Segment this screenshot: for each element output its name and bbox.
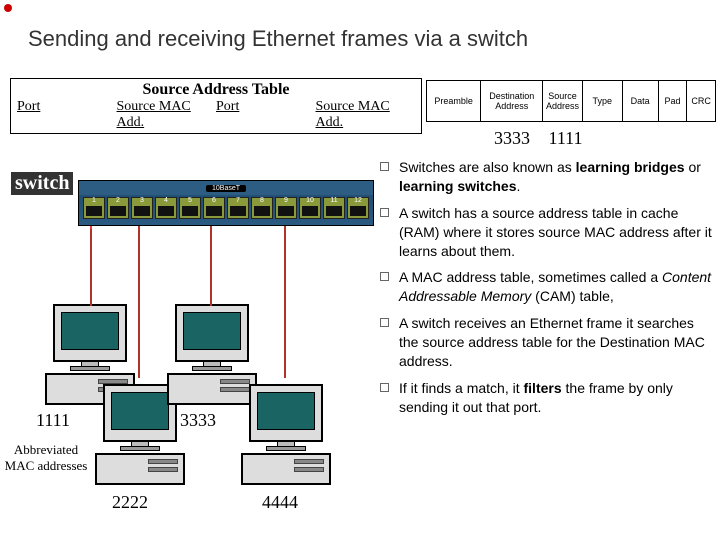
frame-crc: CRC bbox=[687, 81, 715, 121]
bullet-icon bbox=[380, 208, 389, 217]
sa-table-title: Source Address Table bbox=[17, 81, 415, 99]
port-number: 12 bbox=[348, 197, 368, 204]
port-jack-icon bbox=[206, 206, 222, 216]
sa-table-header: Port Source MAC Add. Port Source MAC Add… bbox=[17, 99, 415, 131]
port-jack-icon bbox=[86, 206, 102, 216]
port-jack-icon bbox=[326, 206, 342, 216]
cable-9 bbox=[284, 226, 286, 378]
switch-label: switch bbox=[11, 172, 73, 195]
port-jack-icon bbox=[134, 206, 150, 216]
port-11: 11 bbox=[323, 197, 345, 219]
port-number: 6 bbox=[204, 197, 224, 204]
abbreviated-label: Abbreviated MAC addresses bbox=[4, 442, 88, 474]
bullet-icon bbox=[380, 383, 389, 392]
port-6: 6 bbox=[203, 197, 225, 219]
switch-ports: 123456789101112 bbox=[79, 195, 373, 219]
port-number: 3 bbox=[132, 197, 152, 204]
sa-hdr-mac2: Source MAC Add. bbox=[316, 99, 416, 131]
port-1: 1 bbox=[83, 197, 105, 219]
switch-top: 10BaseT bbox=[79, 181, 373, 195]
port-jack-icon bbox=[230, 206, 246, 216]
port-9: 9 bbox=[275, 197, 297, 219]
port-number: 10 bbox=[300, 197, 320, 204]
mac-addr-4: 4444 bbox=[262, 492, 298, 513]
bullet-icon bbox=[380, 318, 389, 327]
frame-src: Source Address bbox=[543, 81, 583, 121]
frame-preamble: Preamble bbox=[427, 81, 481, 121]
frame-pad: Pad bbox=[659, 81, 688, 121]
frame-type: Type bbox=[583, 81, 623, 121]
mac-addr-1: 1111 bbox=[36, 410, 70, 431]
frame-dest: Destination Address bbox=[481, 81, 543, 121]
cable-6 bbox=[210, 226, 212, 306]
frame-data: Data bbox=[623, 81, 659, 121]
port-jack-icon bbox=[158, 206, 174, 216]
ethernet-frame: Preamble Destination Address Source Addr… bbox=[426, 80, 716, 122]
frame-sa-val: 1111 bbox=[549, 128, 583, 148]
port-number: 7 bbox=[228, 197, 248, 204]
port-5: 5 bbox=[179, 197, 201, 219]
port-number: 5 bbox=[180, 197, 200, 204]
sa-hdr-mac1: Source MAC Add. bbox=[117, 99, 217, 131]
port-jack-icon bbox=[350, 206, 366, 216]
frame-values: 3333 1111 bbox=[494, 128, 597, 149]
port-jack-icon bbox=[110, 206, 126, 216]
port-jack-icon bbox=[278, 206, 294, 216]
bullet-2: A switch has a source address table in c… bbox=[380, 204, 716, 261]
page-title: Sending and receiving Ethernet frames vi… bbox=[28, 26, 528, 52]
sa-hdr-port1: Port bbox=[17, 99, 117, 131]
port-3: 3 bbox=[131, 197, 153, 219]
port-jack-icon bbox=[182, 206, 198, 216]
cable-3 bbox=[138, 226, 140, 378]
port-4: 4 bbox=[155, 197, 177, 219]
port-number: 11 bbox=[324, 197, 344, 204]
port-jack-icon bbox=[302, 206, 318, 216]
port-number: 2 bbox=[108, 197, 128, 204]
port-2: 2 bbox=[107, 197, 129, 219]
port-7: 7 bbox=[227, 197, 249, 219]
port-10: 10 bbox=[299, 197, 321, 219]
bullet-3: A MAC address table, sometimes called a … bbox=[380, 268, 716, 306]
sa-hdr-port2: Port bbox=[216, 99, 316, 131]
cable-1 bbox=[90, 226, 92, 306]
port-number: 9 bbox=[276, 197, 296, 204]
port-jack-icon bbox=[254, 206, 270, 216]
switch-device: 10BaseT 123456789101112 bbox=[78, 180, 374, 226]
red-dot-icon bbox=[4, 4, 12, 12]
port-8: 8 bbox=[251, 197, 273, 219]
mac-addr-3: 3333 bbox=[180, 410, 216, 431]
source-address-table: Source Address Table Port Source MAC Add… bbox=[10, 78, 422, 134]
bullet-icon bbox=[380, 272, 389, 281]
pc-4444 bbox=[240, 384, 332, 485]
mac-addr-2: 2222 bbox=[112, 492, 148, 513]
port-12: 12 bbox=[347, 197, 369, 219]
bullet-4: A switch receives an Ethernet frame it s… bbox=[380, 314, 716, 371]
port-number: 8 bbox=[252, 197, 272, 204]
bullet-list: Switches are also known as learning brid… bbox=[380, 158, 716, 425]
port-number: 4 bbox=[156, 197, 176, 204]
port-number: 1 bbox=[84, 197, 104, 204]
bullet-1: Switches are also known as learning brid… bbox=[380, 158, 716, 196]
switch-media-label: 10BaseT bbox=[206, 185, 246, 192]
frame-da-val: 3333 bbox=[494, 128, 530, 148]
cable-1-arrow bbox=[90, 226, 92, 229]
bullet-icon bbox=[380, 162, 389, 171]
bullet-5: If it finds a match, it filters the fram… bbox=[380, 379, 716, 417]
